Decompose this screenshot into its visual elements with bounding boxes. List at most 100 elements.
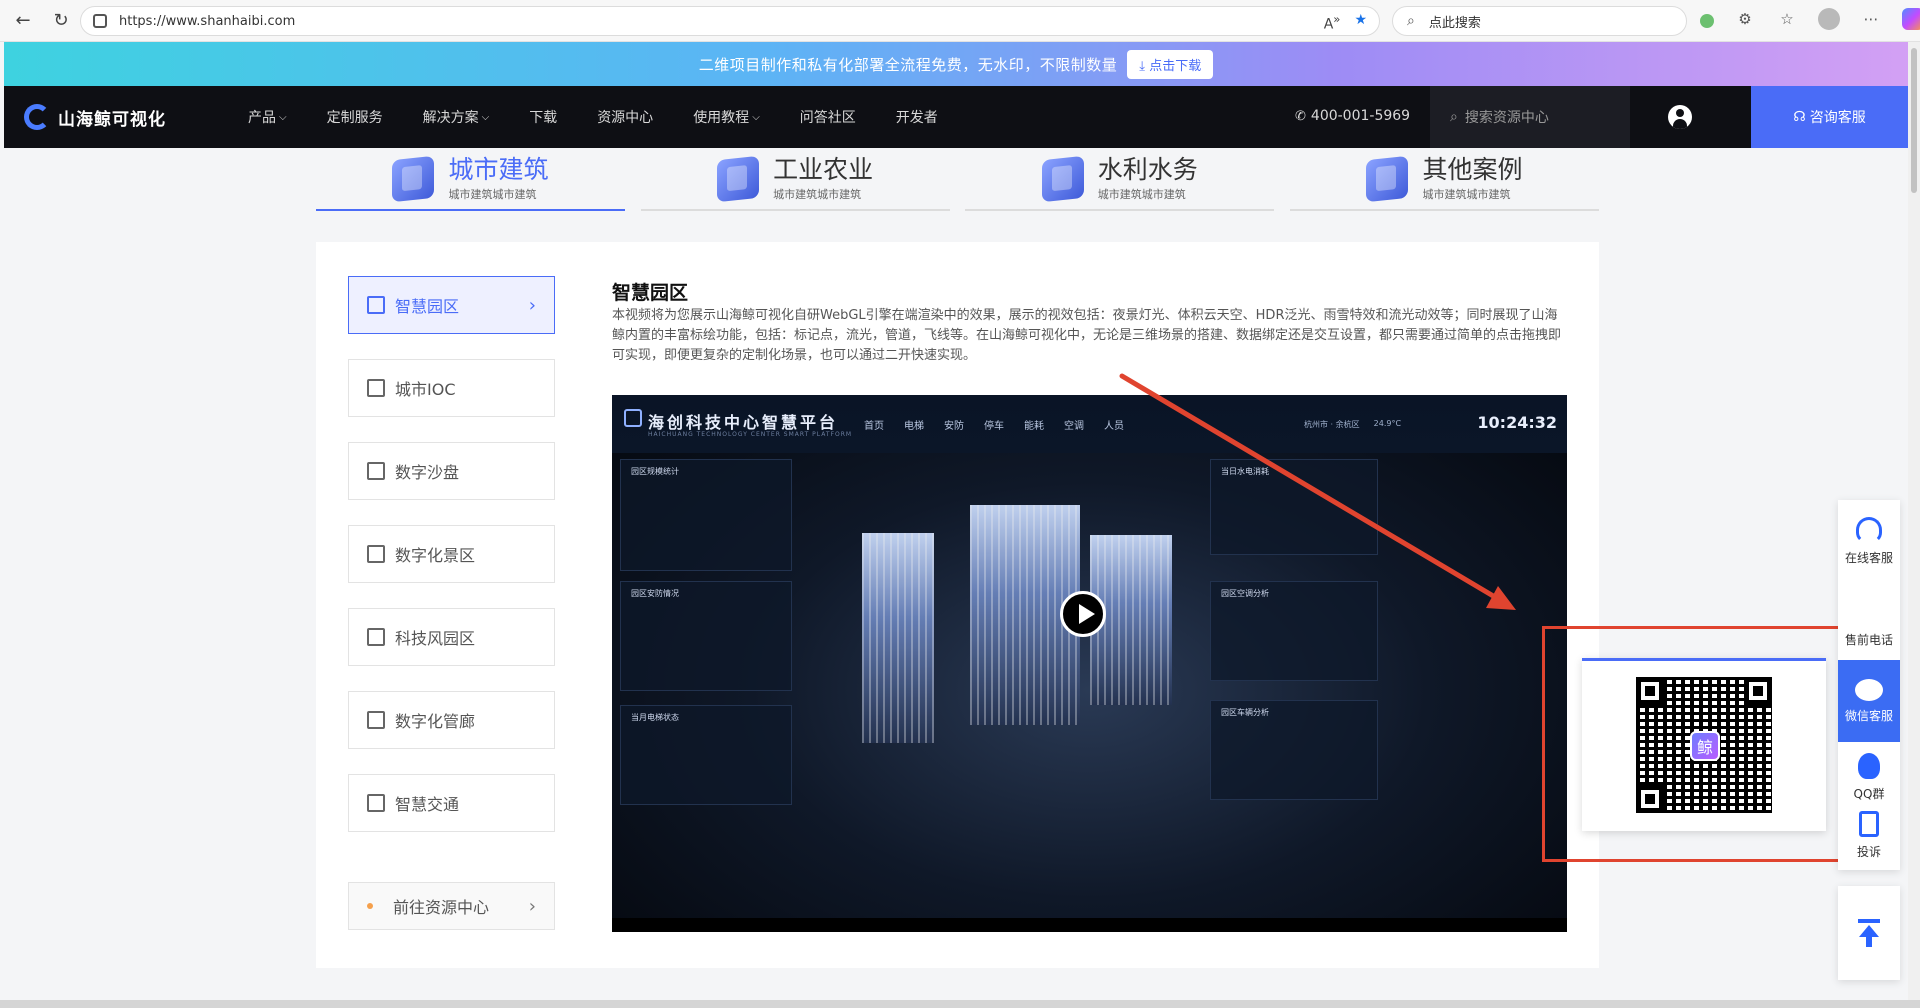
site-logo[interactable]: 山海鲸可视化: [24, 104, 214, 130]
extension-status-icon[interactable]: [1700, 14, 1714, 28]
floating-contact-bar: 在线客服 售前电话 微信客服 QQ群 投诉: [1838, 500, 1900, 870]
lock-icon: [93, 14, 107, 28]
dashboard-panel: 园区空调分析: [1210, 581, 1378, 681]
video-player[interactable]: 海创科技中心智慧平台 HAICHUANG TECHNOLOGY CENTER S…: [612, 395, 1567, 932]
read-aloud-icon[interactable]: A»: [1324, 12, 1341, 33]
wechat-qr-code: 鲸: [1636, 677, 1772, 813]
address-bar[interactable]: https://www.shanhaibi.com A» ★: [80, 6, 1380, 36]
sidebar-item-tech-park[interactable]: 科技风园区: [348, 608, 555, 666]
play-button[interactable]: [1060, 591, 1106, 637]
tab-subtitle: 城市建筑城市建筑: [1422, 187, 1511, 201]
nav-item-community[interactable]: 问答社区: [800, 107, 856, 127]
browser-toolbar: ← ↻ https://www.shanhaibi.com A» ★ ⌕ 点此搜…: [0, 0, 1920, 42]
tab-other-cases[interactable]: 其他案例城市建筑城市建筑: [1289, 148, 1599, 211]
tab-subtitle: 城市建筑城市建筑: [1097, 187, 1186, 201]
tab-title: 其他案例: [1422, 154, 1523, 184]
dashboard-title: 海创科技中心智慧平台: [648, 413, 839, 432]
chevron-down-icon: ⌵: [279, 111, 287, 123]
url-text: https://www.shanhaibi.com: [119, 13, 296, 29]
user-account-icon[interactable]: [1668, 105, 1692, 129]
nav-item-product[interactable]: 产品 ⌵: [248, 107, 287, 127]
dashboard-panel: 园区车辆分析: [1210, 700, 1378, 800]
logo-mark-icon: [24, 104, 50, 130]
wechat-service-button[interactable]: 微信客服: [1838, 660, 1900, 742]
tab-subtitle: 城市建筑城市建筑: [773, 187, 862, 201]
refresh-icon[interactable]: ↻: [46, 6, 76, 36]
presales-phone-button[interactable]: 售前电话: [1838, 582, 1900, 664]
scenic-icon: [367, 545, 385, 563]
sidebar-item-digital-sandbox[interactable]: 数字沙盘: [348, 442, 555, 500]
case-content-card: 智慧园区 › 城市IOC 数字沙盘 数字化景区 科技风园区 数字化管廊 智慧交通…: [316, 242, 1599, 968]
resource-center-link[interactable]: 前往资源中心 ›: [348, 882, 555, 930]
main-nav: 产品 ⌵ 定制服务 解决方案 ⌵ 下载 资源中心 使用教程 ⌵ 问答社区 开发者: [248, 107, 978, 127]
promo-download-button[interactable]: ⤓ 点击下载: [1127, 49, 1214, 79]
browser-search-box[interactable]: ⌕ 点此搜索: [1392, 6, 1687, 36]
promo-banner: 二维项目制作和私有化部署全流程免费，无水印，不限制数量 ⤓ 点击下载: [4, 42, 1908, 86]
search-icon: ⌕: [1407, 13, 1415, 29]
search-icon: ⌕: [1450, 109, 1458, 125]
wechat-qr-popup: 鲸: [1582, 658, 1826, 831]
headset-icon: [1856, 516, 1882, 543]
sidebar-item-digital-pipe-gallery[interactable]: 数字化管廊: [348, 691, 555, 749]
more-menu-icon[interactable]: ⋯: [1860, 8, 1882, 30]
profile-avatar[interactable]: [1818, 8, 1840, 30]
sidebar-item-smart-traffic[interactable]: 智慧交通: [348, 774, 555, 832]
pipe-gallery-icon: [367, 711, 385, 729]
promo-button-label: 点击下载: [1149, 58, 1202, 74]
nav-item-custom-service[interactable]: 定制服务: [327, 107, 383, 127]
tab-water-conservancy[interactable]: 水利水务城市建筑城市建筑: [965, 148, 1275, 211]
video-dashboard-topbar: 海创科技中心智慧平台 HAICHUANG TECHNOLOGY CENTER S…: [612, 395, 1567, 453]
sidebar-item-smart-park[interactable]: 智慧园区 ›: [348, 276, 555, 334]
phone-number[interactable]: ✆ 400-001-5969: [1295, 108, 1410, 124]
nav-item-resource-center[interactable]: 资源中心: [597, 107, 653, 127]
headset-icon: ☊: [1793, 109, 1806, 125]
phone-icon: ✆: [1295, 108, 1306, 124]
dashboard-time: 10:24:32: [1477, 413, 1557, 432]
case-description: 本视频将为您展示山海鲸可视化自研WebGL引擎在端渲染中的效果，展示的视效包括：…: [612, 308, 1562, 363]
nav-item-developer[interactable]: 开发者: [896, 107, 938, 127]
sidebar-item-city-ioc[interactable]: 城市IOC: [348, 359, 555, 417]
favorites-icon[interactable]: ☆: [1776, 8, 1798, 30]
dashboard-subtitle: HAICHUANG TECHNOLOGY CENTER SMART PLATFO…: [648, 431, 853, 438]
favorite-star-icon[interactable]: ★: [1354, 12, 1367, 33]
tab-title: 水利水务: [1097, 154, 1198, 184]
factory-icon: [717, 155, 760, 202]
chevron-down-icon: ⌵: [481, 111, 490, 123]
back-to-top-button[interactable]: [1838, 886, 1900, 980]
sidebar-item-digital-scenic[interactable]: 数字化景区: [348, 525, 555, 583]
nav-item-tutorials[interactable]: 使用教程 ⌵: [693, 107, 760, 127]
dashboard-panel: 园区规模统计: [620, 459, 792, 571]
chevron-down-icon: ⌵: [752, 111, 760, 123]
tab-title: 工业农业: [773, 154, 874, 184]
dashboard-panel: 当日水电消耗: [1210, 459, 1378, 555]
qq-icon: [1858, 752, 1880, 779]
chevron-right-icon: ›: [528, 294, 536, 316]
nav-item-download[interactable]: 下载: [529, 107, 557, 127]
qr-finder-pattern: [1636, 785, 1664, 813]
bottom-edge: [0, 1000, 1920, 1008]
consult-service-button[interactable]: ☊ 咨询客服: [1751, 86, 1908, 148]
qr-logo: 鲸: [1690, 731, 1720, 761]
case-title: 智慧园区: [612, 282, 689, 304]
extensions-icon[interactable]: ⚙: [1734, 8, 1756, 30]
bullet-dot: [367, 903, 373, 909]
edit-document-icon: [1859, 810, 1879, 837]
online-service-button[interactable]: 在线客服: [1838, 500, 1900, 582]
tab-subtitle: 城市建筑城市建筑: [448, 187, 537, 201]
crop-icon: [367, 462, 385, 480]
office-icon: [367, 379, 385, 397]
building-icon: [367, 296, 385, 314]
cube-icon: [1366, 155, 1409, 202]
back-icon[interactable]: ←: [8, 6, 38, 36]
nav-item-solutions[interactable]: 解决方案 ⌵: [423, 107, 490, 127]
tab-industry-agriculture[interactable]: 工业农业城市建筑城市建筑: [640, 148, 950, 211]
resource-search-input[interactable]: ⌕ 搜索资源中心: [1430, 86, 1630, 148]
dashboard-panel: 园区安防情况: [620, 581, 792, 691]
copilot-icon[interactable]: [1902, 8, 1920, 30]
scrollbar-thumb[interactable]: [1911, 48, 1917, 193]
tab-city-building[interactable]: 城市建筑 城市建筑城市建筑: [316, 148, 625, 211]
complaint-button[interactable]: 投诉: [1838, 800, 1900, 870]
video-bottom-bar: [612, 918, 1567, 932]
qr-finder-pattern: [1744, 677, 1772, 705]
dashboard-info: 杭州市 · 余杭区 24.9°C: [1304, 419, 1402, 429]
